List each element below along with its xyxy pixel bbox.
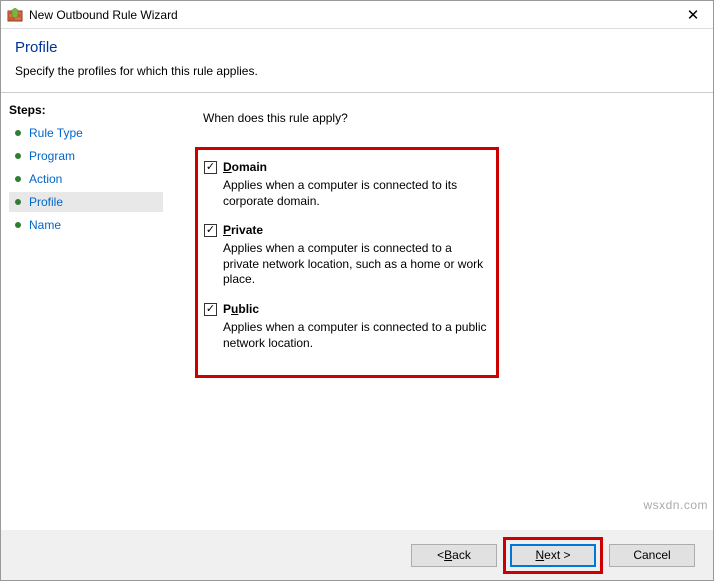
titlebar: New Outbound Rule Wizard ✕ (1, 1, 713, 29)
step-name[interactable]: Name (9, 215, 163, 235)
private-label: Private (223, 223, 263, 237)
step-profile[interactable]: Profile (9, 192, 163, 212)
step-label: Profile (29, 195, 63, 209)
public-desc: Applies when a computer is connected to … (223, 320, 490, 351)
highlight-box: Domain Applies when a computer is connec… (195, 147, 499, 378)
step-program[interactable]: Program (9, 146, 163, 166)
watermark: wsxdn.com (643, 498, 708, 512)
step-action[interactable]: Action (9, 169, 163, 189)
bullet-icon (15, 222, 21, 228)
public-checkbox[interactable] (204, 303, 217, 316)
domain-checkbox[interactable] (204, 161, 217, 174)
sidebar: Steps: Rule Type Program Action Profile … (1, 93, 171, 532)
page-title: Profile (15, 39, 699, 56)
back-button[interactable]: < Back (411, 544, 497, 567)
step-label: Name (29, 218, 61, 232)
private-row: Private (204, 223, 490, 237)
bullet-icon (15, 176, 21, 182)
question-text: When does this rule apply? (203, 111, 699, 125)
domain-desc: Applies when a computer is connected to … (223, 178, 490, 209)
content: When does this rule apply? Domain Applie… (171, 93, 713, 532)
body: Steps: Rule Type Program Action Profile … (1, 93, 713, 532)
public-label: Public (223, 302, 259, 316)
sidebar-heading: Steps: (9, 103, 163, 117)
step-label: Rule Type (29, 126, 83, 140)
header: Profile Specify the profiles for which t… (1, 29, 713, 93)
bullet-icon (15, 153, 21, 159)
cancel-button[interactable]: Cancel (609, 544, 695, 567)
public-row: Public (204, 302, 490, 316)
domain-label: Domain (223, 160, 267, 174)
bullet-icon (15, 199, 21, 205)
next-highlight: Next > (503, 537, 603, 574)
private-desc: Applies when a computer is connected to … (223, 241, 490, 288)
domain-row: Domain (204, 160, 490, 174)
step-label: Action (29, 172, 62, 186)
footer: < Back Next > Cancel (1, 530, 713, 580)
bullet-icon (15, 130, 21, 136)
private-checkbox[interactable] (204, 224, 217, 237)
step-rule-type[interactable]: Rule Type (9, 123, 163, 143)
wizard-window: New Outbound Rule Wizard ✕ Profile Speci… (0, 0, 714, 581)
firewall-icon (7, 7, 23, 23)
close-button[interactable]: ✕ (673, 1, 713, 29)
window-title: New Outbound Rule Wizard (29, 8, 673, 22)
page-description: Specify the profiles for which this rule… (15, 64, 699, 78)
next-button[interactable]: Next > (510, 544, 596, 567)
close-icon: ✕ (687, 6, 700, 24)
step-label: Program (29, 149, 75, 163)
